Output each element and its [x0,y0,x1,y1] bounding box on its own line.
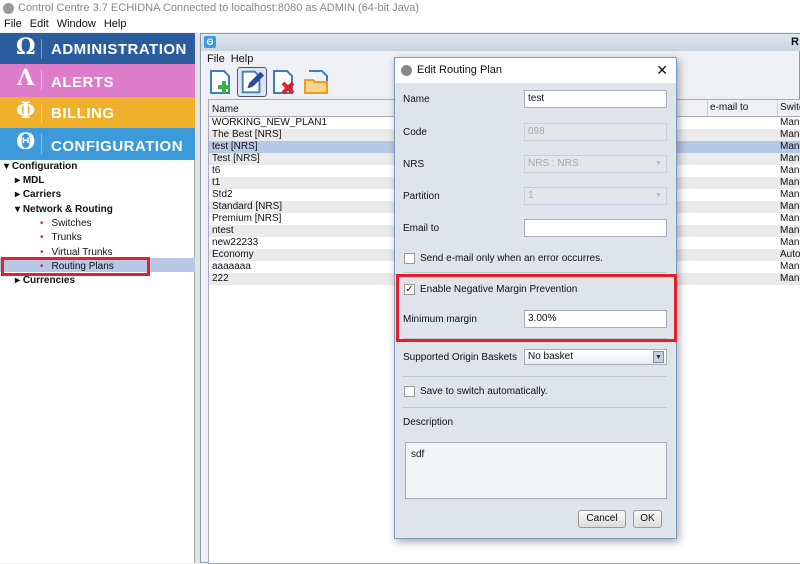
chevron-down-icon: ▼ [655,160,662,167]
code-input: 098 [524,123,667,141]
cell-switch: Manu [780,117,800,128]
frame-title: R [791,36,799,48]
cell-name: t1 [212,177,221,188]
highlight-box-margin [396,274,677,342]
name-label: Name [403,94,430,105]
module-label: ADMINISTRATION [51,41,187,58]
send-error-checkbox[interactable] [404,253,415,264]
cell-switch: Manu [780,141,800,152]
save-switch-label: Save to switch automatically. [420,386,548,397]
tree-mdl[interactable]: ▸ MDL [15,174,44,187]
baskets-select[interactable]: No basket ▼ [524,349,667,365]
add-icon[interactable] [206,67,236,97]
menubar: File Edit Window Help [0,17,800,32]
cell-switch: Manu [780,201,800,212]
frame-menu-help[interactable]: Help [231,53,254,65]
chevron-down-icon: ▼ [655,192,662,199]
cell-switch: Manu [780,237,800,248]
cell-switch: Manu [780,273,800,284]
partition-select: 1 ▼ [524,187,667,205]
cell-name: 222 [212,273,229,284]
app-icon [401,65,412,76]
frame-titlebar: Θ R [201,34,800,51]
delete-icon[interactable] [269,67,299,97]
cell-name: Standard [NRS] [212,201,283,212]
tree-switches[interactable]: • Switches [40,217,92,230]
cell-name: Economy [212,249,254,260]
description-textarea[interactable]: sdf [405,442,667,499]
cancel-button[interactable]: Cancel [578,510,626,528]
window-titlebar: Control Centre 3.7 ECHIDNA Connected to … [0,0,800,17]
cell-switch: Manu [780,225,800,236]
cell-name: ntest [212,225,234,236]
cell-switch: Manu [780,165,800,176]
edit-routing-plan-dialog: Edit Routing Plan ✕ Name test Code 098 NR… [394,57,677,539]
cell-name: WORKING_NEW_PLAN1 [212,117,328,128]
theta-icon: Θ [16,129,36,155]
edit-icon[interactable] [237,67,267,97]
ok-button[interactable]: OK [633,510,662,528]
cell-name: t6 [212,165,221,176]
email-input[interactable] [524,219,667,237]
cell-switch: Autor [780,249,800,260]
module-label: BILLING [51,105,115,122]
highlight-box-routing-plans [1,257,150,276]
folder-icon[interactable] [301,67,331,97]
phi-icon: Φ [16,98,36,124]
baskets-label: Supported Origin Baskets [403,352,517,363]
lambda-icon: Λ [17,65,35,91]
cell-name: test [NRS] [212,141,258,152]
cell-switch: Manu [780,261,800,272]
cell-name: Std2 [212,189,233,200]
left-panel: Ω ADMINISTRATION Λ ALERTS Φ BILLING Θ CONFIG… [0,33,195,563]
email-label: Email to [403,223,440,234]
cell-name: Premium [NRS] [212,213,282,224]
window-title: Control Centre 3.7 ECHIDNA Connected to … [18,2,420,14]
partition-label: Partition [403,191,440,202]
name-input[interactable]: test [524,90,667,108]
module-alerts[interactable]: Λ ALERTS [0,64,195,97]
omega-icon: Ω [15,34,37,60]
dialog-titlebar: Edit Routing Plan ✕ [395,58,676,83]
tree-trunks[interactable]: • Trunks [40,231,82,244]
cell-name: aaaaaaa [212,261,251,272]
save-switch-checkbox[interactable] [404,386,415,397]
cell-switch: Manu [780,213,800,224]
dialog-title: Edit Routing Plan [417,64,502,76]
cell-name: new22233 [212,237,259,248]
cell-switch: Manu [780,177,800,188]
tree-configuration[interactable]: ▾ Configuration [4,160,77,173]
nrs-label: NRS [403,159,425,170]
frame-menubar: File Help [201,53,253,65]
module-administration[interactable]: Ω ADMINISTRATION [0,33,195,64]
menu-window[interactable]: Window [57,18,96,30]
app-icon [3,3,14,14]
code-label: Code [403,127,427,138]
frame-menu-file[interactable]: File [207,53,225,65]
nrs-select: NRS : NRS ▼ [524,155,667,173]
menu-help[interactable]: Help [104,18,127,30]
menu-file[interactable]: File [4,18,22,30]
module-billing[interactable]: Φ BILLING [0,97,195,128]
theta-icon: Θ [204,36,216,48]
cell-switch: Manu [780,189,800,200]
description-label: Description [403,417,454,428]
module-configuration[interactable]: Θ CONFIGURATION [0,128,195,160]
send-error-label: Send e-mail only when an error occurres. [420,253,603,264]
sort-icon: ▿ [212,104,217,113]
column-header-email[interactable]: e-mail to [707,100,748,116]
cell-name: Test [NRS] [212,153,260,164]
menu-edit[interactable]: Edit [30,18,49,30]
chevron-down-icon: ▼ [653,351,664,363]
close-icon[interactable]: ✕ [656,58,668,83]
column-header-switch[interactable]: Switc [777,100,800,116]
tree-network-routing[interactable]: ▾ Network & Routing [15,203,113,216]
module-label: CONFIGURATION [51,138,184,155]
module-label: ALERTS [51,74,114,91]
cell-name: The Best [NRS] [212,129,282,140]
tree-carriers[interactable]: ▸ Carriers [15,188,61,201]
cell-switch: Manu [780,153,800,164]
cell-switch: Manu [780,129,800,140]
